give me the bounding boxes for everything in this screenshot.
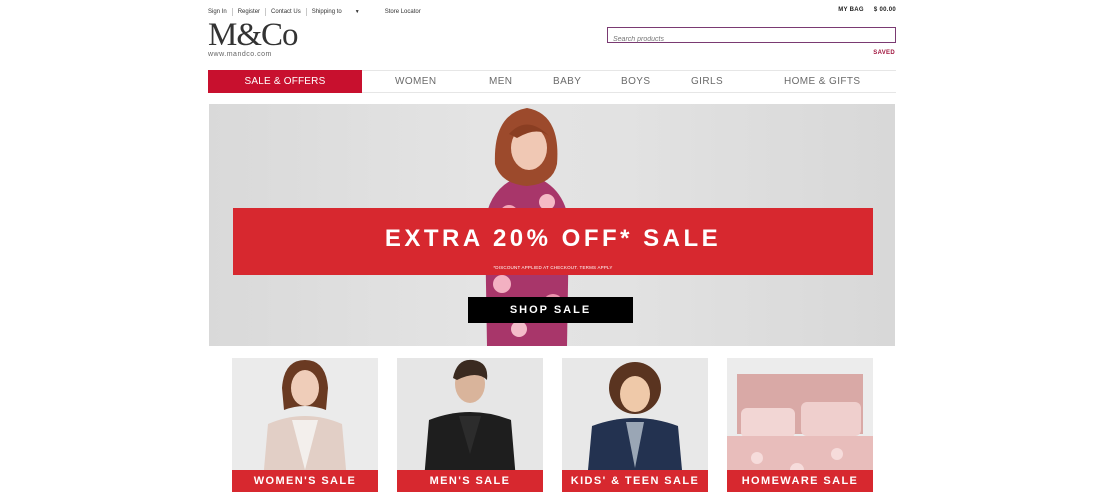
category-tile-mens-sale[interactable]: MEN'S SALE [397,358,543,492]
nav-item-sale-offers[interactable]: SALE & OFFERS [208,70,362,93]
store-locator-link[interactable]: Store Locator [380,9,426,15]
category-tile-kids-teen-sale[interactable]: KIDS' & TEEN SALE [562,358,708,492]
my-bag-link[interactable]: MY BAG $ 00.00 [838,7,896,13]
nav-item-home-gifts[interactable]: HOME & GIFTS [784,76,860,87]
search-input[interactable] [608,32,895,47]
chevron-down-icon[interactable]: ▼ [355,9,360,15]
my-bag-label: MY BAG [838,7,864,13]
promo-banner: EXTRA 20% OFF* SALE *DISCOUNT APPLIED AT… [233,208,873,275]
contact-us-link[interactable]: Contact Us [266,9,306,15]
site-logo[interactable]: M&Co www.mandco.com [208,17,308,63]
logo-mark: M&Co [208,17,299,53]
shop-sale-button[interactable]: SHOP SALE [468,297,633,323]
nav-item-men[interactable]: MEN [489,76,512,87]
tile-label: WOMEN'S SALE [232,470,378,492]
nav-item-girls[interactable]: GIRLS [691,76,723,87]
register-link[interactable]: Register [233,9,265,15]
promo-headline: EXTRA 20% OFF* SALE [384,225,722,252]
nav-item-women[interactable]: WOMEN [395,76,436,87]
hero-banner[interactable]: EXTRA 20% OFF* SALE *DISCOUNT APPLIED AT… [209,104,895,346]
shipping-to-selector[interactable]: Shipping to [307,9,347,15]
category-tile-homeware-sale[interactable]: HOMEWARE SALE [727,358,873,492]
tile-label: KIDS' & TEEN SALE [562,470,708,492]
search-box[interactable] [607,27,896,47]
tile-label: MEN'S SALE [397,470,543,492]
bag-total: $ 00.00 [873,7,896,13]
utility-links: Sign In Register Contact Us Shipping to … [208,7,426,17]
saved-link[interactable]: SAVED [873,50,895,56]
sign-in-link[interactable]: Sign In [208,9,232,15]
nav-item-baby[interactable]: BABY [553,76,581,87]
category-tile-womens-sale[interactable]: WOMEN'S SALE [232,358,378,492]
promo-terms: *DISCOUNT APPLIED AT CHECKOUT. TERMS APP… [493,265,613,270]
main-nav: SALE & OFFERS WOMEN MEN BABY BOYS GIRLS … [208,70,896,93]
nav-item-boys[interactable]: BOYS [621,76,650,87]
tile-label: HOMEWARE SALE [727,470,873,492]
